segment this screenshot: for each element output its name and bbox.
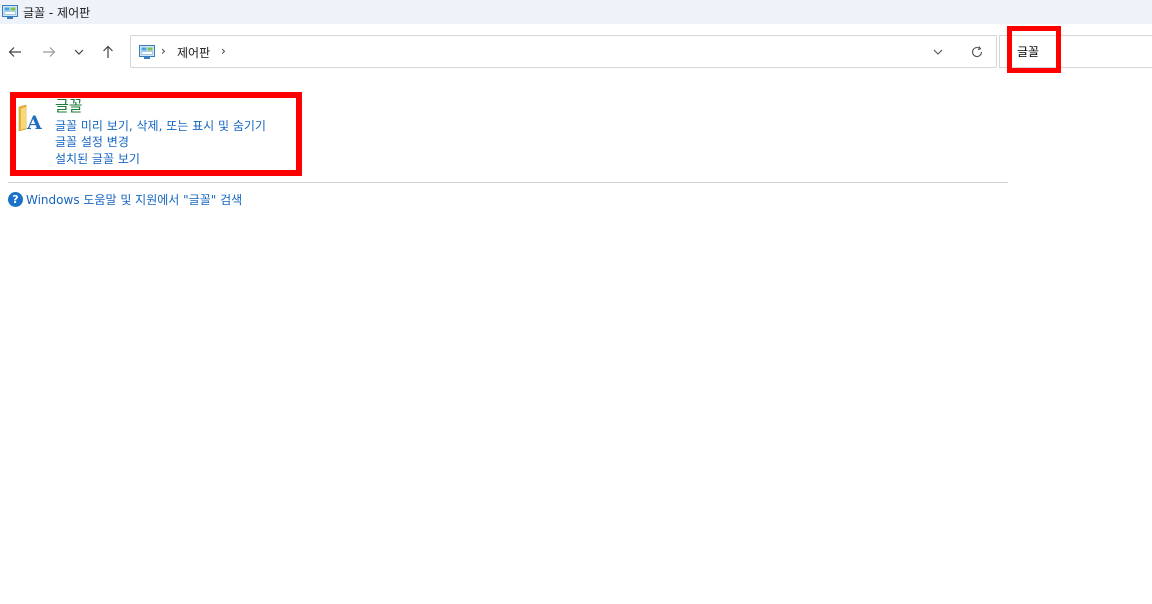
link-view-installed-fonts[interactable]: 설치된 글꼴 보기 xyxy=(55,152,140,167)
refresh-icon[interactable] xyxy=(970,45,984,59)
breadcrumb-control-panel[interactable]: 제어판 xyxy=(177,44,210,61)
control-panel-icon xyxy=(139,45,155,59)
fonts-folder-icon: A xyxy=(18,104,42,132)
navigation-bar: › 제어판 › xyxy=(0,24,1152,78)
up-button[interactable] xyxy=(98,42,118,62)
link-change-font-settings[interactable]: 글꼴 설정 변경 xyxy=(55,135,129,150)
address-dropdown-icon[interactable] xyxy=(931,45,945,59)
help-question-icon: ? xyxy=(8,191,23,207)
breadcrumb-separator-icon[interactable]: › xyxy=(221,44,226,58)
control-panel-icon xyxy=(2,5,18,19)
search-result-fonts: A 글꼴 글꼴 미리 보기, 삭제, 또는 표시 및 숨기기 글꼴 설정 변경 … xyxy=(10,92,302,176)
result-highlight-box xyxy=(10,92,302,176)
forward-button[interactable] xyxy=(39,42,59,62)
window-title: 글꼴 - 제어판 xyxy=(23,5,91,20)
link-preview-delete-show-hide-fonts[interactable]: 글꼴 미리 보기, 삭제, 또는 표시 및 숨기기 xyxy=(55,119,266,134)
address-bar[interactable]: › 제어판 › xyxy=(130,35,997,68)
arrow-right-icon xyxy=(43,47,56,57)
svg-text:A: A xyxy=(26,112,42,132)
search-input[interactable] xyxy=(1000,36,1152,67)
breadcrumb-separator-icon[interactable]: › xyxy=(161,44,166,58)
arrow-left-icon xyxy=(8,47,21,57)
chevron-down-icon xyxy=(74,49,84,55)
result-title[interactable]: 글꼴 xyxy=(55,98,83,115)
recent-locations-button[interactable] xyxy=(69,42,89,62)
title-bar: 글꼴 - 제어판 xyxy=(0,0,1152,24)
arrow-up-icon xyxy=(103,45,113,58)
divider xyxy=(8,182,1008,183)
back-button[interactable] xyxy=(5,42,25,62)
help-search-text[interactable]: Windows 도움말 및 지원에서 "글꼴" 검색 xyxy=(26,191,242,208)
help-search-link[interactable]: ? Windows 도움말 및 지원에서 "글꼴" 검색 xyxy=(8,190,242,208)
search-box[interactable] xyxy=(999,35,1152,68)
